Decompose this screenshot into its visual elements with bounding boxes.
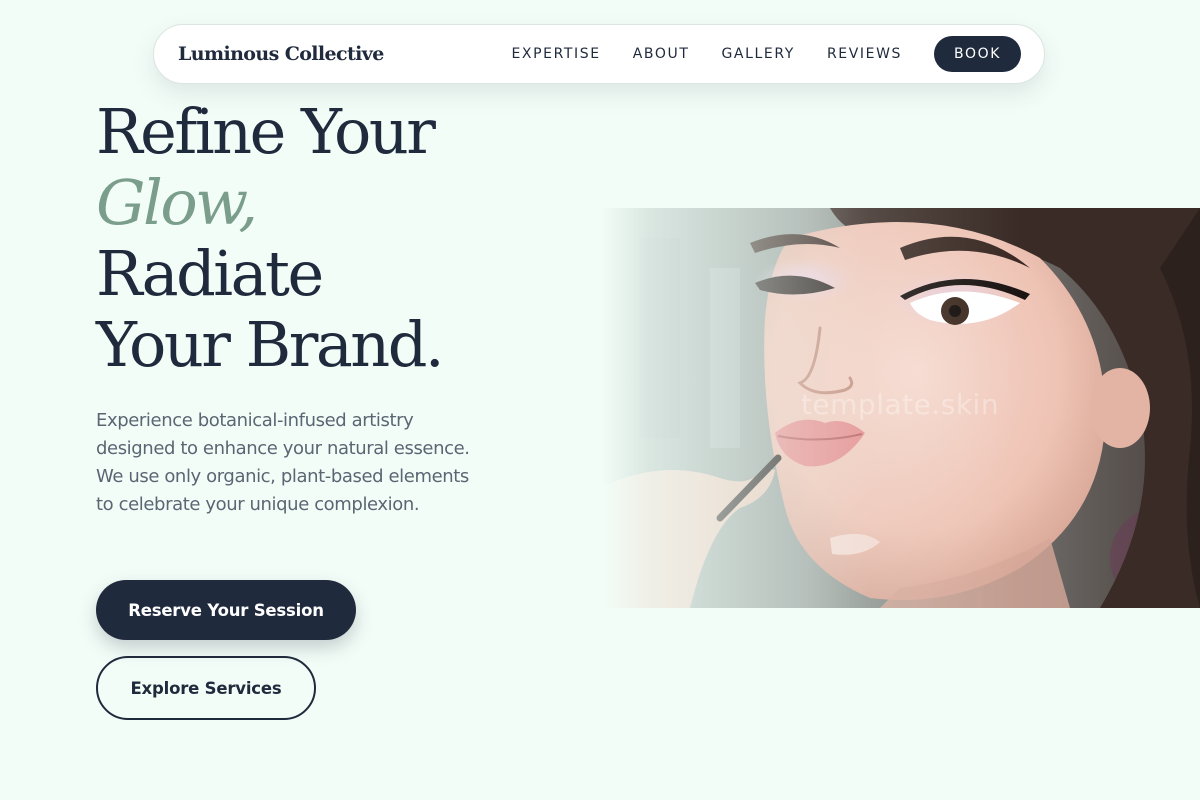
hero-image: template.skin	[600, 208, 1200, 608]
hero-description: Experience botanical-infused artistry de…	[96, 410, 470, 515]
makeup-portrait-illustration	[600, 208, 1200, 608]
nav-link-gallery[interactable]: GALLERY	[721, 46, 794, 62]
reserve-session-button[interactable]: Reserve Your Session	[96, 580, 356, 640]
nav-link-expertise[interactable]: EXPERTISE	[511, 46, 600, 62]
nav-link-reviews[interactable]: REVIEWS	[827, 46, 902, 62]
explore-services-button[interactable]: Explore Services	[96, 656, 316, 720]
hero-title-accent: Glow,	[96, 166, 258, 239]
nav-link-about[interactable]: ABOUT	[633, 46, 690, 62]
brand-logo[interactable]: Luminous Collective	[178, 43, 384, 65]
book-button[interactable]: BOOK	[934, 36, 1021, 72]
landing-page: Luminous Collective EXPERTISE ABOUT GALL…	[0, 0, 1200, 800]
hero-title-line-4: Your Brand.	[96, 308, 445, 381]
nav-links: EXPERTISE ABOUT GALLERY REVIEWS BOOK	[511, 36, 1021, 72]
hero-title-line-1: Refine Your	[96, 95, 436, 168]
hero-title-line-3: Radiate	[96, 237, 324, 310]
hero-title: Refine Your Glow, Radiate Your Brand.	[96, 95, 445, 381]
navbar: Luminous Collective EXPERTISE ABOUT GALL…	[153, 24, 1045, 84]
